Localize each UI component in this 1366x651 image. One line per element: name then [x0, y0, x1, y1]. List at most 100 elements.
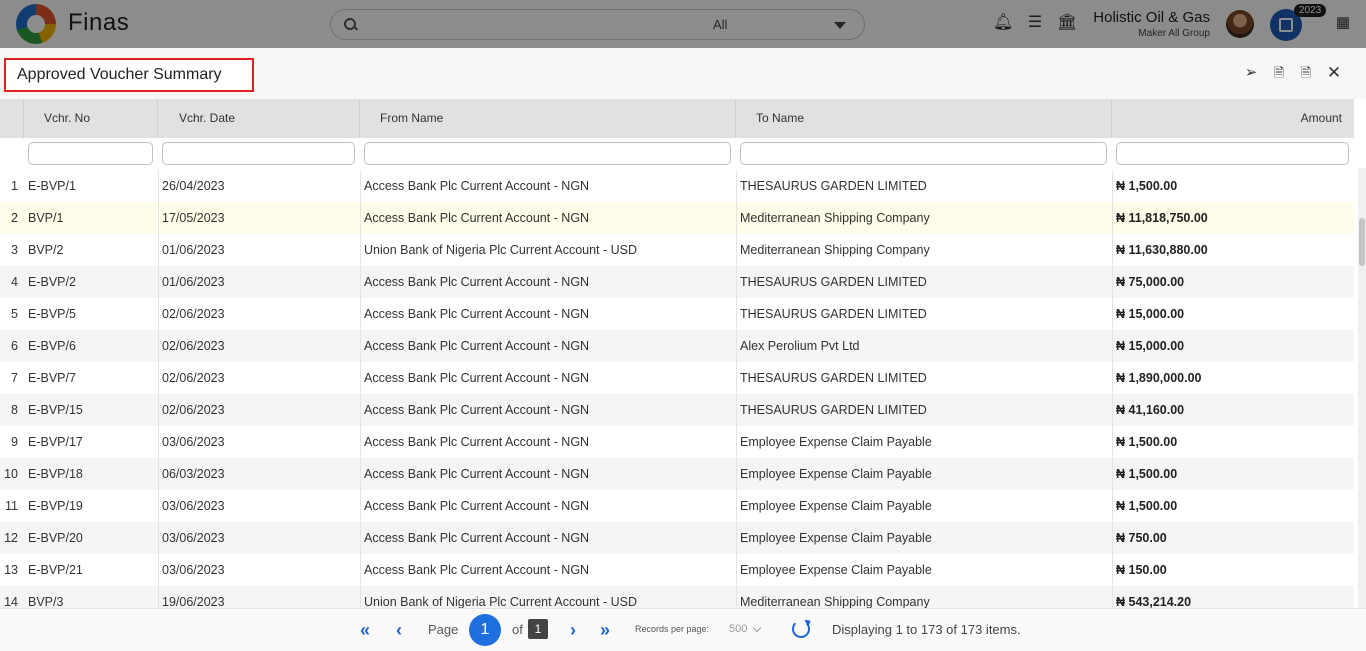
current-page-input[interactable]: 1 [469, 614, 501, 646]
cell-amount: ₦ 11,630,880.00 [1116, 243, 1208, 257]
table-row[interactable]: 4 E-BVP/2 01/06/2023 Access Bank Plc Curren… [0, 266, 1354, 298]
cell-vchr-no: E-BVP/20 [28, 531, 83, 545]
filter-row [0, 138, 1354, 170]
cell-to-name: Employee Expense Claim Payable [740, 499, 932, 513]
cell-vchr-date: 06/03/2023 [162, 467, 225, 481]
panel-header: Approved Voucher Summary ➢ 🗎︎ 🗎︎ ✕ [0, 48, 1366, 99]
table-row[interactable]: 3 BVP/2 01/06/2023 Union Bank of Nigeria Pl… [0, 234, 1354, 266]
table-row[interactable]: 13 E-BVP/21 03/06/2023 Access Bank Plc Curr… [0, 554, 1354, 586]
cell-from-name: Access Bank Plc Current Account - NGN [364, 435, 590, 449]
column-header-from-name[interactable]: From Name [360, 99, 736, 138]
cell-amount: ₦ 1,500.00 [1116, 467, 1178, 481]
cell-to-name: THESAURUS GARDEN LIMITED [740, 275, 927, 289]
column-header-amount[interactable]: Amount [1112, 99, 1354, 138]
cell-from-name: Access Bank Plc Current Account - NGN [364, 467, 590, 481]
cell-to-name: Employee Expense Claim Payable [740, 531, 932, 545]
pdf-export-icon[interactable]: 🗎︎ [1270, 64, 1288, 82]
cell-amount: ₦ 750.00 [1116, 531, 1167, 545]
cell-to-name: THESAURUS GARDEN LIMITED [740, 403, 927, 417]
chevron-down-icon[interactable] [752, 623, 762, 633]
table-row[interactable]: 10 E-BVP/18 06/03/2023 Access Bank Plc Curr… [0, 458, 1354, 490]
column-divider [736, 170, 737, 610]
cell-to-name: THESAURUS GARDEN LIMITED [740, 307, 927, 321]
cell-vchr-no: E-BVP/6 [28, 339, 76, 353]
cell-to-name: Employee Expense Claim Payable [740, 467, 932, 481]
column-divider [158, 170, 159, 610]
table-row[interactable]: 12 E-BVP/20 03/06/2023 Access Bank Plc Curr… [0, 522, 1354, 554]
column-divider [1112, 170, 1113, 610]
column-header-vchr-date[interactable]: Vchr. Date [158, 99, 360, 138]
cell-row-number: 2 [11, 211, 18, 225]
table-row[interactable]: 1 E-BVP/1 26/04/2023 Access Bank Plc Curren… [0, 170, 1354, 202]
cell-vchr-date: 02/06/2023 [162, 403, 225, 417]
cell-to-name: Mediterranean Shipping Company [740, 211, 930, 225]
table-row[interactable]: 2 BVP/1 17/05/2023 Access Bank Plc Current … [0, 202, 1354, 234]
filter-vchr-no[interactable] [28, 142, 153, 165]
cell-amount: ₦ 15,000.00 [1116, 339, 1185, 353]
row-number-header [0, 99, 24, 138]
table-row[interactable]: 7 E-BVP/7 02/06/2023 Access Bank Plc Curren… [0, 362, 1354, 394]
table-row[interactable]: 14 BVP/3 19/06/2023 Union Bank of Nigeria P… [0, 586, 1354, 610]
voucher-summary-panel: Approved Voucher Summary ➢ 🗎︎ 🗎︎ ✕ Vchr.… [0, 48, 1366, 651]
cell-row-number: 10 [4, 467, 18, 481]
grid-scrollbar[interactable] [1358, 168, 1366, 608]
filter-to-name[interactable] [740, 142, 1107, 165]
first-page-icon[interactable]: « [360, 620, 370, 640]
cell-vchr-date: 03/06/2023 [162, 563, 225, 577]
next-page-icon[interactable]: › [570, 620, 576, 640]
cell-row-number: 14 [4, 595, 18, 609]
panel-title: Approved Voucher Summary [17, 66, 222, 83]
cell-row-number: 13 [4, 563, 18, 577]
cell-from-name: Access Bank Plc Current Account - NGN [364, 563, 590, 577]
filter-from-name[interactable] [364, 142, 731, 165]
grid-header: Vchr. No Vchr. Date From Name To Name Am… [0, 99, 1354, 138]
column-header-vchr-no[interactable]: Vchr. No [24, 99, 158, 138]
cell-vchr-no: BVP/1 [28, 211, 64, 225]
table-row[interactable]: 11 E-BVP/19 03/06/2023 Access Bank Plc Curr… [0, 490, 1354, 522]
cell-amount: ₦ 1,890,000.00 [1116, 371, 1202, 385]
cell-amount: ₦ 75,000.00 [1116, 275, 1185, 289]
display-summary: Displaying 1 to 173 of 173 items. [832, 622, 1021, 637]
cell-row-number: 5 [11, 307, 18, 321]
cell-amount: ₦ 41,160.00 [1116, 403, 1185, 417]
cell-vchr-no: E-BVP/18 [28, 467, 83, 481]
table-row[interactable]: 8 E-BVP/15 02/06/2023 Access Bank Plc Curre… [0, 394, 1354, 426]
table-row[interactable]: 5 E-BVP/5 02/06/2023 Access Bank Plc Curren… [0, 298, 1354, 330]
cell-from-name: Access Bank Plc Current Account - NGN [364, 531, 590, 545]
cell-vchr-no: E-BVP/19 [28, 499, 83, 513]
cell-amount: ₦ 15,000.00 [1116, 307, 1185, 321]
cell-vchr-date: 19/06/2023 [162, 595, 225, 609]
cell-vchr-no: E-BVP/17 [28, 435, 83, 449]
table-row[interactable]: 9 E-BVP/17 03/06/2023 Access Bank Plc Curre… [0, 426, 1354, 458]
cell-from-name: Access Bank Plc Current Account - NGN [364, 371, 590, 385]
pagination-bar: « ‹ Page 1 of 1 › » Records per page: 50… [0, 608, 1366, 651]
cell-amount: ₦ 11,818,750.00 [1116, 211, 1208, 225]
records-per-page-select[interactable]: 500 [729, 623, 747, 635]
cell-vchr-date: 01/06/2023 [162, 243, 225, 257]
cell-from-name: Access Bank Plc Current Account - NGN [364, 275, 590, 289]
cell-vchr-no: E-BVP/15 [28, 403, 83, 417]
send-icon[interactable]: ➢ [1242, 64, 1260, 82]
cell-vchr-no: E-BVP/21 [28, 563, 83, 577]
cell-vchr-date: 26/04/2023 [162, 179, 225, 193]
cell-from-name: Access Bank Plc Current Account - NGN [364, 179, 590, 193]
column-header-to-name[interactable]: To Name [736, 99, 1112, 138]
cell-to-name: THESAURUS GARDEN LIMITED [740, 371, 927, 385]
cell-from-name: Access Bank Plc Current Account - NGN [364, 403, 590, 417]
excel-export-icon[interactable]: 🗎︎ [1297, 64, 1315, 82]
refresh-icon[interactable] [792, 620, 810, 638]
cell-vchr-no: E-BVP/2 [28, 275, 76, 289]
cell-row-number: 4 [11, 275, 18, 289]
close-icon[interactable]: ✕ [1325, 64, 1343, 82]
cell-to-name: THESAURUS GARDEN LIMITED [740, 179, 927, 193]
filter-vchr-date[interactable] [162, 142, 355, 165]
previous-page-icon[interactable]: ‹ [396, 620, 402, 640]
cell-vchr-date: 03/06/2023 [162, 531, 225, 545]
table-row[interactable]: 6 E-BVP/6 02/06/2023 Access Bank Plc Curren… [0, 330, 1354, 362]
cell-row-number: 7 [11, 371, 18, 385]
column-divider [360, 170, 361, 610]
filter-amount[interactable] [1116, 142, 1349, 165]
page-label: Page [428, 622, 459, 637]
scrollbar-thumb[interactable] [1359, 218, 1365, 266]
last-page-icon[interactable]: » [600, 620, 610, 640]
